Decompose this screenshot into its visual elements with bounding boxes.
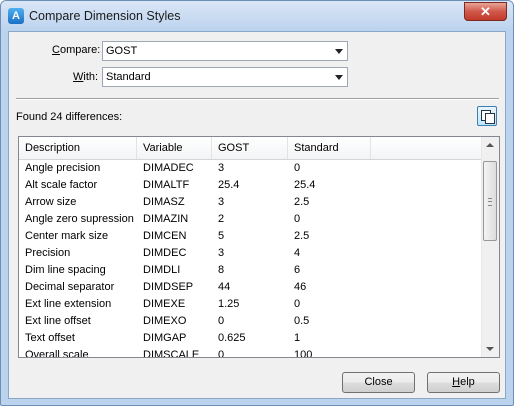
cell-gost: 8: [218, 264, 225, 276]
divider: [16, 98, 499, 100]
scroll-up-icon[interactable]: [486, 143, 494, 147]
cell-variable: DIMEXE: [143, 298, 186, 310]
cell-gost: 0: [218, 315, 225, 327]
cell-description: Dim line spacing: [25, 264, 106, 276]
cell-variable: DIMALTF: [143, 179, 190, 191]
cell-description: Alt scale factor: [25, 179, 98, 191]
copy-page-icon: [485, 113, 495, 124]
cell-variable: DIMASZ: [143, 196, 185, 208]
close-button[interactable]: Close: [342, 372, 415, 393]
list-header: Description Variable GOST Standard: [19, 137, 484, 160]
table-row[interactable]: Decimal separator DIMDSEP 44 46: [19, 279, 484, 296]
table-row[interactable]: Precision DIMDEC 3 4: [19, 245, 484, 262]
with-dropdown[interactable]: Standard: [102, 67, 348, 87]
table-row[interactable]: Angle zero supression DIMAZIN 2 0: [19, 211, 484, 228]
cell-gost: 0: [218, 349, 225, 358]
cell-gost: 3: [218, 247, 225, 259]
cell-variable: DIMCEN: [143, 230, 187, 242]
cell-standard: 100: [294, 349, 313, 358]
scroll-down-icon[interactable]: [486, 347, 494, 351]
table-row[interactable]: Arrow size DIMASZ 3 2.5: [19, 194, 484, 211]
compare-dropdown-value: GOST: [106, 45, 138, 57]
table-row[interactable]: Ext line offset DIMEXO 0 0.5: [19, 313, 484, 330]
copy-to-clipboard-button[interactable]: [477, 106, 497, 126]
cell-standard: 25.4: [294, 179, 316, 191]
table-row[interactable]: Angle precision DIMADEC 3 0: [19, 160, 484, 177]
cell-description: Angle precision: [25, 162, 101, 174]
help-button[interactable]: Help: [427, 372, 500, 393]
compare-dropdown[interactable]: GOST: [102, 41, 348, 61]
cell-variable: DIMADEC: [143, 162, 194, 174]
chevron-down-icon: [335, 75, 343, 80]
cell-standard: 0: [294, 213, 301, 225]
cell-description: Decimal separator: [25, 281, 115, 293]
scrollbar-thumb[interactable]: [483, 161, 497, 241]
with-dropdown-value: Standard: [106, 71, 151, 83]
table-row[interactable]: Center mark size DIMCEN 5 2.5: [19, 228, 484, 245]
differences-list[interactable]: Description Variable GOST Standard Angle…: [18, 136, 500, 358]
list-rows: Angle precision DIMADEC 3 0 Alt scale factor…: [19, 160, 484, 358]
title-bar[interactable]: A Compare Dimension Styles ✕: [1, 1, 513, 31]
table-row[interactable]: Alt scale factor DIMALTF 25.4 25.4: [19, 177, 484, 194]
cell-gost: 1.25: [218, 298, 240, 310]
cell-standard: 0: [294, 298, 301, 310]
cell-standard: 2.5: [294, 196, 310, 208]
chevron-down-icon: [335, 49, 343, 54]
cell-description: Overall scale: [25, 349, 89, 358]
cell-standard: 2.5: [294, 230, 310, 242]
cell-variable: DIMDSEP: [143, 281, 194, 293]
cell-gost: 3: [218, 196, 225, 208]
cell-variable: DIMDLI: [143, 264, 181, 276]
column-header-gost[interactable]: GOST: [212, 137, 288, 159]
cell-variable: DIMSCALE: [143, 349, 200, 358]
window-title: Compare Dimension Styles: [29, 9, 181, 23]
vertical-scrollbar[interactable]: [481, 137, 499, 357]
table-row[interactable]: Dim line spacing DIMDLI 8 6: [19, 262, 484, 279]
dialog-window: A Compare Dimension Styles ✕ Compare: GO…: [0, 0, 514, 406]
cell-description: Arrow size: [25, 196, 77, 208]
table-row[interactable]: Ext line extension DIMEXE 1.25 0: [19, 296, 484, 313]
cell-gost: 25.4: [218, 179, 240, 191]
cell-standard: 6: [294, 264, 301, 276]
cell-gost: 2: [218, 213, 225, 225]
grip-icon: [488, 198, 492, 206]
cell-standard: 1: [294, 332, 301, 344]
cell-variable: DIMAZIN: [143, 213, 189, 225]
cell-description: Text offset: [25, 332, 75, 344]
cell-gost: 5: [218, 230, 225, 242]
autocad-icon: A: [8, 8, 24, 24]
cell-gost: 0.625: [218, 332, 246, 344]
cell-variable: DIMEXO: [143, 315, 187, 327]
differences-summary: Found 24 differences:: [16, 111, 123, 123]
cell-standard: 46: [294, 281, 307, 293]
window-close-button[interactable]: ✕: [464, 2, 507, 21]
cell-gost: 3: [218, 162, 225, 174]
dialog-body: Compare: GOST With: Standard Found 24 di…: [8, 31, 506, 399]
cell-description: Angle zero supression: [25, 213, 134, 225]
cell-gost: 44: [218, 281, 231, 293]
compare-label: Compare:: [52, 44, 101, 56]
cell-variable: DIMDEC: [143, 247, 187, 259]
cell-description: Ext line extension: [25, 298, 112, 310]
table-row[interactable]: Overall scale DIMSCALE 0 100: [19, 347, 484, 358]
cell-description: Precision: [25, 247, 71, 259]
table-row[interactable]: Text offset DIMGAP 0.625 1: [19, 330, 484, 347]
cell-standard: 0: [294, 162, 301, 174]
column-header-standard[interactable]: Standard: [288, 137, 371, 159]
cell-standard: 0.5: [294, 315, 310, 327]
cell-variable: DIMGAP: [143, 332, 187, 344]
with-label: With:: [73, 71, 99, 83]
column-header-description[interactable]: Description: [19, 137, 137, 159]
cell-standard: 4: [294, 247, 301, 259]
column-header-variable[interactable]: Variable: [137, 137, 212, 159]
cell-description: Center mark size: [25, 230, 109, 242]
cell-description: Ext line offset: [25, 315, 91, 327]
